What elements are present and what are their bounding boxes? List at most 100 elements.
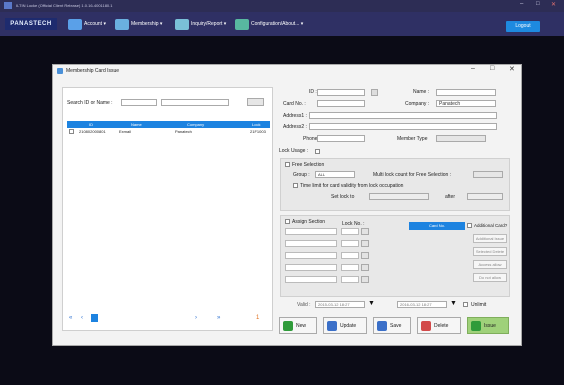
gear-icon bbox=[235, 18, 249, 30]
logout-button[interactable]: Logout bbox=[506, 21, 540, 32]
issue-icon bbox=[471, 320, 481, 331]
address2-label: Address2 : bbox=[283, 124, 307, 130]
dialog-close-icon[interactable]: ✕ bbox=[509, 65, 515, 73]
new-icon bbox=[283, 320, 293, 331]
group-select[interactable]: ALL bbox=[315, 171, 355, 178]
id-label: ID : bbox=[309, 89, 317, 95]
card-no-label: Card No. : bbox=[283, 101, 306, 107]
update-button[interactable]: Update bbox=[323, 317, 367, 334]
section-slot-5[interactable] bbox=[285, 276, 337, 283]
app-icon bbox=[4, 2, 12, 9]
row-lock: 21F1003 bbox=[250, 129, 266, 134]
valid-from-field[interactable]: 2015-03-12 18:27 bbox=[315, 301, 365, 308]
lock-slot-3[interactable] bbox=[341, 252, 359, 259]
company-label: Company : bbox=[405, 101, 430, 107]
set-lock-field[interactable] bbox=[369, 193, 429, 200]
time-limit-checkbox[interactable] bbox=[293, 183, 298, 188]
maximize-icon[interactable]: □ bbox=[536, 1, 540, 7]
address2-field[interactable] bbox=[309, 123, 497, 130]
lock-no-label: Lock No. : bbox=[342, 221, 365, 227]
report-icon bbox=[175, 18, 189, 30]
account-icon bbox=[68, 18, 82, 30]
minimize-icon[interactable]: – bbox=[520, 1, 523, 7]
after-field[interactable] bbox=[467, 193, 503, 200]
row-id: 210802000801 bbox=[79, 129, 106, 134]
section-slot-4[interactable] bbox=[285, 264, 337, 271]
set-lock-label: Set lock to bbox=[331, 194, 355, 200]
valid-to-dropdown-icon[interactable]: ▼ bbox=[450, 300, 457, 307]
company-field[interactable]: Panatech bbox=[436, 100, 496, 107]
update-button-label: Update bbox=[340, 322, 357, 329]
lock-slot-1[interactable] bbox=[341, 228, 359, 235]
table-row[interactable]: 210802000801 Exmail Panatech 21F1003 bbox=[67, 128, 270, 135]
card-no-field[interactable] bbox=[317, 100, 365, 107]
page-indicator bbox=[91, 314, 98, 322]
dialog-title: Membership Card Issue bbox=[66, 68, 120, 74]
access-allow-button[interactable]: Access allow bbox=[473, 260, 507, 269]
new-button[interactable]: New bbox=[279, 317, 317, 334]
do-not-allow-button[interactable]: Do not allow bbox=[473, 273, 507, 282]
dialog-maximize-icon[interactable]: □ bbox=[490, 65, 494, 72]
save-button-label: Save bbox=[390, 322, 402, 329]
last-page-icon[interactable]: » bbox=[217, 315, 220, 321]
after-label: after bbox=[445, 194, 456, 200]
additional-issue-button[interactable]: Additional Issue bbox=[473, 234, 507, 243]
assign-section-checkbox[interactable] bbox=[285, 219, 290, 224]
issue-button[interactable]: Issue bbox=[467, 317, 509, 334]
lock-slot-5[interactable] bbox=[341, 276, 359, 283]
menu-account[interactable]: Account ▾ bbox=[68, 18, 106, 30]
lock-picker-button-1[interactable] bbox=[361, 228, 369, 235]
unlimit-checkbox[interactable] bbox=[463, 302, 468, 307]
lock-slot-2[interactable] bbox=[341, 240, 359, 247]
column-company: Company bbox=[187, 122, 205, 127]
menu-account-label: Account ▾ bbox=[84, 21, 106, 27]
id-field[interactable] bbox=[317, 89, 365, 96]
column-name: Name bbox=[131, 122, 142, 127]
next-page-icon[interactable]: › bbox=[195, 315, 197, 321]
menu-inquiry-label: Inquiry/Report ▾ bbox=[191, 21, 227, 27]
delete-button-label: Delete bbox=[434, 322, 449, 329]
dialog-minimize-icon[interactable]: – bbox=[471, 65, 475, 72]
valid-label: Valid : bbox=[297, 302, 311, 308]
address1-field[interactable] bbox=[309, 112, 497, 119]
app-title: ILTIN Locke (Official Client Release) 1.… bbox=[16, 3, 113, 8]
valid-from-dropdown-icon[interactable]: ▼ bbox=[368, 300, 375, 307]
lock-slot-4[interactable] bbox=[341, 264, 359, 271]
menu-membership-label: Membership ▾ bbox=[131, 21, 163, 27]
phone-field[interactable] bbox=[317, 135, 365, 142]
multi-lock-select[interactable] bbox=[473, 171, 503, 178]
menu-membership[interactable]: Membership ▾ bbox=[115, 18, 162, 30]
lock-picker-button-2[interactable] bbox=[361, 240, 369, 247]
delete-button[interactable]: Delete bbox=[417, 317, 461, 334]
membership-icon bbox=[115, 18, 129, 30]
search-button[interactable] bbox=[247, 98, 264, 106]
id-lookup-button[interactable] bbox=[371, 89, 378, 96]
lock-picker-button-3[interactable] bbox=[361, 252, 369, 259]
menu-inquiry[interactable]: Inquiry/Report ▾ bbox=[175, 18, 226, 30]
delete-icon bbox=[421, 320, 431, 331]
section-slot-2[interactable] bbox=[285, 240, 337, 247]
lock-picker-button-4[interactable] bbox=[361, 264, 369, 271]
brand-logo: PANASTECH bbox=[5, 18, 57, 30]
search-input-secondary[interactable] bbox=[161, 99, 229, 106]
free-selection-checkbox[interactable] bbox=[285, 162, 290, 167]
section-slot-1[interactable] bbox=[285, 228, 337, 235]
section-slot-3[interactable] bbox=[285, 252, 337, 259]
lock-usage-checkbox[interactable] bbox=[315, 149, 320, 154]
save-button[interactable]: Save bbox=[373, 317, 411, 334]
address1-label: Address1 : bbox=[283, 113, 307, 119]
name-field[interactable] bbox=[436, 89, 496, 96]
lock-usage-label: Lock Usage : bbox=[279, 148, 309, 154]
selected-delete-button[interactable]: Selected Delete bbox=[473, 247, 507, 256]
save-icon bbox=[377, 320, 387, 331]
member-type-select[interactable] bbox=[436, 135, 486, 142]
prev-page-icon[interactable]: ‹ bbox=[81, 315, 83, 321]
first-page-icon[interactable]: « bbox=[69, 315, 72, 321]
additional-card-checkbox[interactable] bbox=[467, 223, 472, 228]
search-input[interactable] bbox=[121, 99, 157, 106]
close-icon[interactable]: ✕ bbox=[551, 1, 556, 8]
menu-configuration[interactable]: Configuration/About... ▾ bbox=[235, 18, 303, 30]
row-checkbox[interactable] bbox=[69, 129, 74, 134]
lock-picker-button-5[interactable] bbox=[361, 276, 369, 283]
valid-to-field[interactable]: 2016-03-12 18:27 bbox=[397, 301, 447, 308]
